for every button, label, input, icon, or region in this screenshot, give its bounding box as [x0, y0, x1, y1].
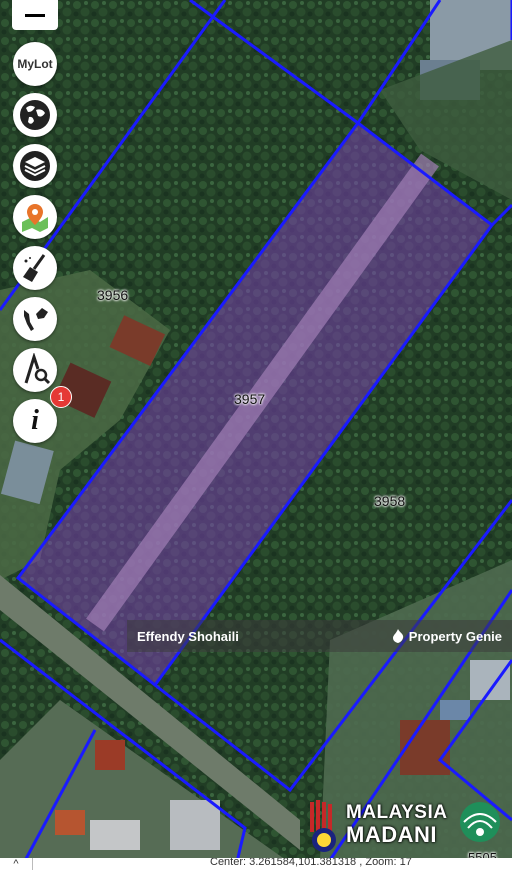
layers-button[interactable] [13, 144, 57, 188]
flame-icon [392, 629, 403, 643]
globe-icon [20, 100, 50, 130]
globe-button[interactable] [13, 93, 57, 137]
center-coordinates: Center: 3.261584,101.381318 , Zoom: 17 [210, 858, 412, 868]
info-icon: i [31, 405, 39, 436]
logo-line1: MALAYSIA [346, 802, 448, 823]
measure-search-icon [24, 353, 51, 385]
madani-emblem-icon [310, 800, 336, 852]
mylot-icon: MyLot [17, 57, 53, 71]
jupem-logo-icon [460, 802, 500, 842]
broom-icon [23, 254, 46, 282]
measure-search-button[interactable] [13, 348, 57, 392]
lot-label-3958: 3958 [374, 493, 406, 509]
map-pin-icon [22, 204, 48, 232]
satellite-map[interactable] [0, 0, 512, 870]
menu-icon [25, 13, 45, 17]
map-status-bar: ^ Center: 3.261584,101.381318 , Zoom: 17 [0, 858, 512, 870]
malaysia-map-button[interactable] [13, 297, 57, 341]
malaysia-map-icon [24, 308, 48, 331]
logo-line2: MADANI [346, 822, 437, 847]
mylot-button[interactable]: MyLot [13, 42, 57, 86]
info-button[interactable]: i [13, 399, 57, 443]
layers-icon [20, 151, 50, 181]
broom-button[interactable] [13, 246, 57, 290]
brand-mark: Property Genie [392, 629, 502, 644]
expand-caret-icon[interactable]: ^ [0, 858, 33, 870]
photographer-name: Effendy Shohaili [137, 628, 239, 644]
brand-name: Property Genie [408, 628, 502, 644]
malaysia-madani-logo: MALAYSIA MADANI [306, 798, 512, 858]
notification-badge: 1 [50, 386, 72, 408]
photo-watermark: Effendy Shohaili Property Genie [127, 620, 512, 652]
lot-label-3957: 3957 [234, 391, 266, 407]
lot-label-3956: 3956 [97, 287, 129, 303]
menu-collapse-button[interactable] [12, 0, 58, 30]
map-pin-button[interactable] [13, 195, 57, 239]
